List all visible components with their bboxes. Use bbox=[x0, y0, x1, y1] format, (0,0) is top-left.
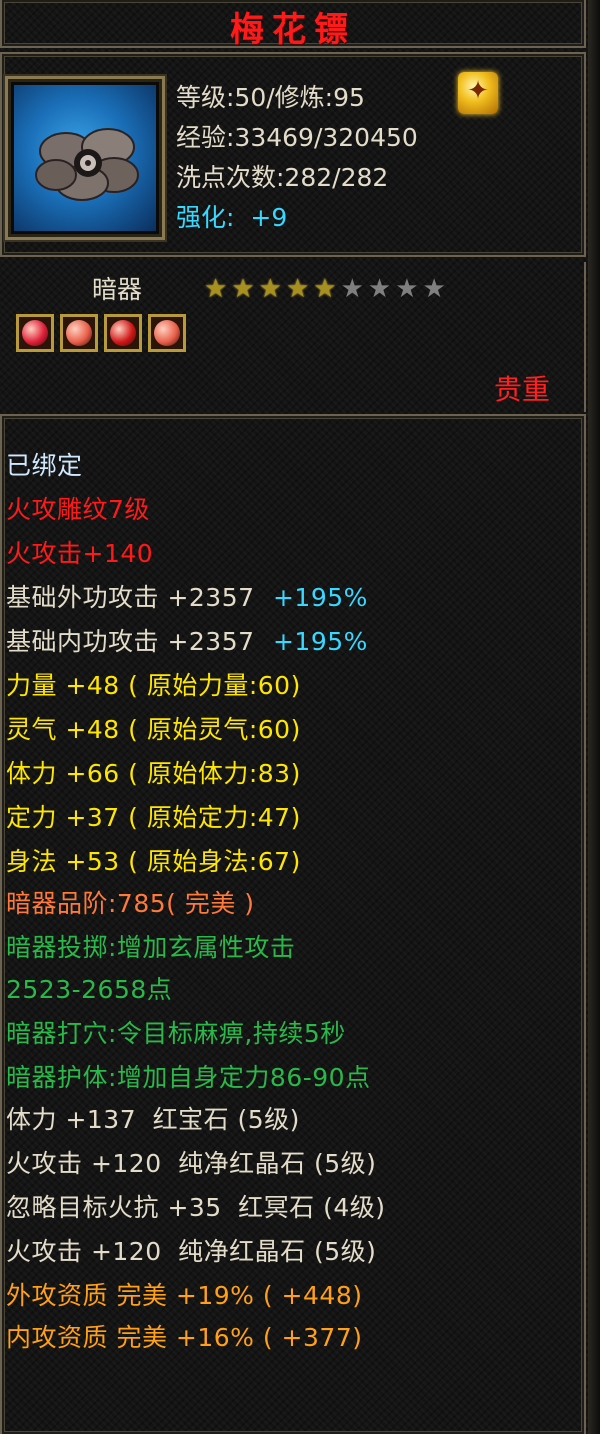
guard-effect-text: 暗器护体:增加自身定力86-90点 bbox=[6, 1063, 371, 1092]
gem-bonus-4-name: 纯净红晶石 (5级) bbox=[178, 1237, 377, 1266]
gem-bonus-3: 忽略目标火抗 +35 红冥石 (4级) bbox=[6, 1188, 386, 1224]
item-title: 梅花镖 bbox=[230, 10, 356, 50]
internal-attack-base: 基础内功攻击 +2357 bbox=[6, 627, 255, 656]
gem-bonus-1-stat: 体力 +137 bbox=[6, 1105, 137, 1134]
gem-bonus-2-stat: 火攻击 +120 bbox=[6, 1149, 162, 1178]
plum-dart-icon bbox=[35, 128, 139, 201]
enhance-value: +9 bbox=[250, 203, 288, 232]
stamina-text: 体力 +66 ( 原始体力:83) bbox=[6, 759, 301, 788]
fire-attack-text: 火攻击+140 bbox=[6, 539, 154, 568]
ruby-gem-icon[interactable] bbox=[104, 314, 142, 352]
star-filled-icon: ★ bbox=[231, 274, 255, 304]
gem-bonus-3-stat: 忽略目标火抗 +35 bbox=[6, 1193, 222, 1222]
gem-bonus-2-name: 纯净红晶石 (5级) bbox=[178, 1149, 377, 1178]
internal-attack-row: 基础内功攻击 +2357 +195% bbox=[6, 622, 368, 658]
external-attack-pct: +195% bbox=[272, 583, 368, 612]
pink-gem-icon[interactable] bbox=[148, 314, 186, 352]
enhance-row: 强化: +9 bbox=[176, 198, 287, 234]
star-empty-icon: ★ bbox=[395, 274, 419, 304]
wash-count-text: 洗点次数:282/282 bbox=[176, 163, 389, 192]
red-gem-icon[interactable] bbox=[16, 314, 54, 352]
level-text: 等级:50/修炼:95 bbox=[176, 83, 365, 112]
gem-bonus-4-stat: 火攻击 +120 bbox=[6, 1237, 162, 1266]
gem-bonus-2: 火攻击 +120 纯净红晶石 (5级) bbox=[6, 1144, 376, 1180]
throw-effect-text: 暗器投掷:增加玄属性攻击 bbox=[6, 933, 296, 962]
tooltip-edge bbox=[588, 0, 600, 1434]
star-rating: ★ ★ ★ ★ ★ ★ ★ ★ ★ bbox=[204, 276, 446, 302]
grade-label: 暗器品阶:785 bbox=[6, 889, 167, 918]
strength-text: 力量 +48 ( 原始力量:60) bbox=[6, 671, 301, 700]
grade-value: ( 完美 ) bbox=[166, 889, 255, 918]
enhance-badge-icon[interactable]: ✦ bbox=[458, 72, 498, 114]
star-filled-icon: ★ bbox=[285, 274, 310, 304]
acupoint-effect-text: 暗器打穴:令目标麻痹,持续5秒 bbox=[6, 1019, 346, 1048]
internal-attack-pct: +195% bbox=[272, 627, 368, 656]
item-type: 暗器 bbox=[92, 275, 143, 304]
star-filled-icon: ★ bbox=[258, 274, 282, 304]
item-icon-frame[interactable] bbox=[5, 76, 165, 240]
internal-quality-text: 内攻资质 完美 +16% ( +377) bbox=[6, 1323, 363, 1352]
rarity-label: 贵重 bbox=[493, 373, 550, 406]
engrave-text: 火攻雕纹7级 bbox=[6, 495, 150, 524]
title-bar: 梅花镖 bbox=[0, 0, 586, 50]
item-icon bbox=[14, 85, 156, 231]
pink-gem-icon[interactable] bbox=[60, 314, 98, 352]
star-empty-icon: ★ bbox=[340, 274, 364, 304]
external-quality-text: 外攻资质 完美 +19% ( +448) bbox=[6, 1281, 363, 1310]
star-empty-icon: ★ bbox=[367, 274, 392, 304]
star-empty-icon: ★ bbox=[422, 274, 446, 304]
gem-bonus-1-name: 红宝石 (5级) bbox=[152, 1105, 300, 1134]
exp-text: 经验:33469/320450 bbox=[176, 123, 418, 152]
external-attack-row: 基础外功攻击 +2357 +195% bbox=[6, 578, 368, 614]
gem-bonus-4: 火攻击 +120 纯净红晶石 (5级) bbox=[6, 1232, 376, 1268]
bound-status: 已绑定 bbox=[6, 451, 83, 480]
focus-text: 定力 +37 ( 原始定力:47) bbox=[6, 803, 301, 832]
agility-text: 身法 +53 ( 原始身法:67) bbox=[6, 847, 301, 876]
throw-effect-range: 2523-2658点 bbox=[6, 975, 173, 1004]
spirit-text: 灵气 +48 ( 原始灵气:60) bbox=[6, 715, 301, 744]
star-filled-icon: ★ bbox=[204, 274, 228, 304]
gem-bonus-3-name: 红冥石 (4级) bbox=[238, 1193, 386, 1222]
gem-bonus-1: 体力 +137 红宝石 (5级) bbox=[6, 1100, 300, 1136]
grade-row: 暗器品阶:785( 完美 ) bbox=[6, 884, 255, 920]
external-attack-base: 基础外功攻击 +2357 bbox=[6, 583, 255, 612]
enhance-label: 强化: bbox=[176, 203, 235, 232]
gem-slots bbox=[16, 314, 186, 352]
star-filled-icon: ★ bbox=[313, 274, 337, 304]
